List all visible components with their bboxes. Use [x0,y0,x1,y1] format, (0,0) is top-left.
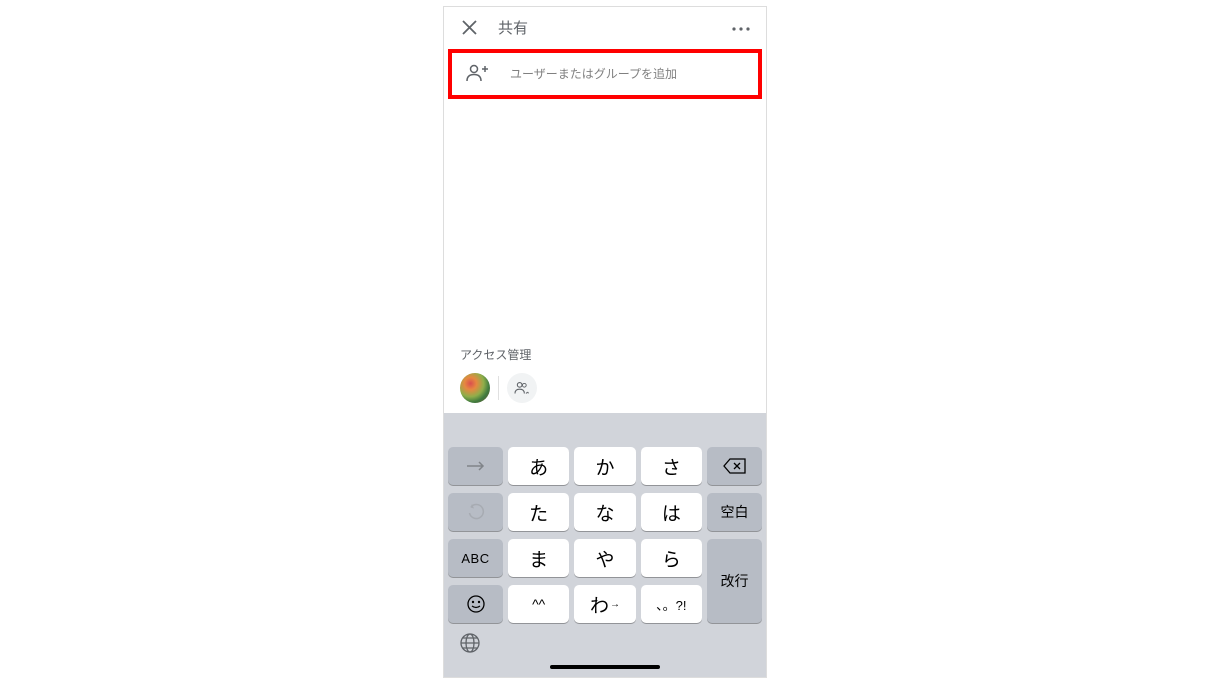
keyboard: ABC あ か さ た な は ま や ら [444,413,766,677]
add-people-input-row [448,49,762,99]
key-newline[interactable]: 改行 [707,539,762,623]
manage-access-button[interactable] [507,373,537,403]
key-ta[interactable]: た [508,493,569,531]
key-ha[interactable]: は [641,493,702,531]
key-ma[interactable]: ま [508,539,569,577]
home-indicator[interactable] [550,665,660,669]
key-backspace[interactable] [707,447,762,485]
person-add-icon [466,64,488,84]
key-sa[interactable]: さ [641,447,702,485]
key-ya[interactable]: や [574,539,635,577]
dialog-title: 共有 [498,17,528,38]
access-row [460,373,750,403]
access-management-section: アクセス管理 [444,346,766,413]
key-undo[interactable] [448,493,503,531]
more-icon[interactable] [732,18,750,36]
key-emoji[interactable] [448,585,503,623]
key-ra[interactable]: ら [641,539,702,577]
key-ka[interactable]: か [574,447,635,485]
key-space[interactable]: 空白 [707,493,762,531]
divider [498,376,499,400]
user-avatar[interactable] [460,373,490,403]
key-a[interactable]: あ [508,447,569,485]
share-dialog: 共有 アクセス管理 [443,6,767,678]
key-next-candidate[interactable] [448,447,503,485]
key-kaomoji[interactable]: ^^ [508,585,569,623]
key-na[interactable]: な [574,493,635,531]
globe-icon[interactable] [456,629,484,657]
key-wa[interactable]: わ→ [574,585,635,623]
add-people-input[interactable] [510,67,744,81]
content-area [444,101,766,346]
access-management-title: アクセス管理 [460,346,750,363]
dialog-header: 共有 [444,7,766,47]
close-icon[interactable] [460,18,478,36]
key-abc[interactable]: ABC [448,539,503,577]
key-punct[interactable]: 、。?! [641,585,702,623]
